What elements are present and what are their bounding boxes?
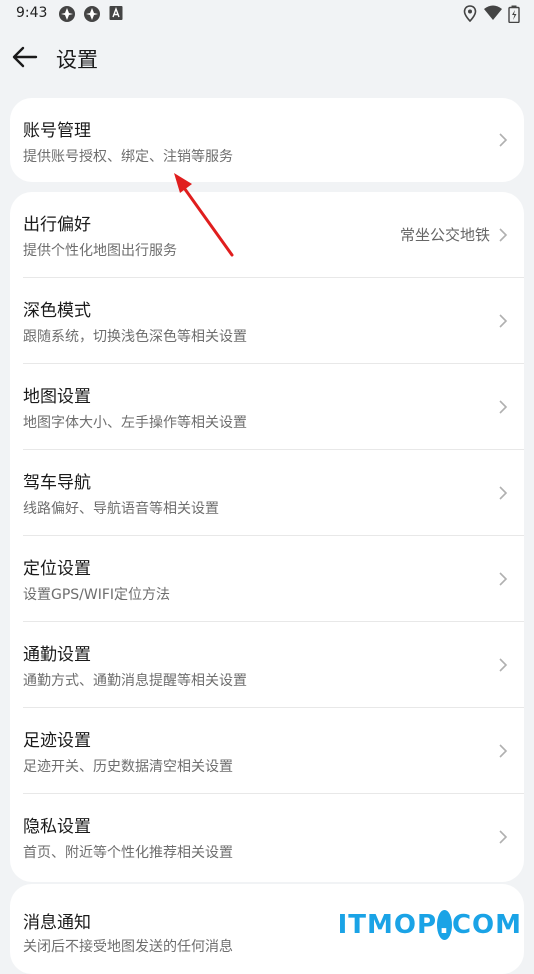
settings-card: 出行偏好 提供个性化地图出行服务 常坐公交地铁 深色模式 跟随系统，切换浅色深色… <box>10 192 524 882</box>
chevron-right-icon <box>499 744 508 758</box>
chevron-right-icon <box>499 400 508 414</box>
settings-item-value: 常坐公交地铁 <box>399 226 490 244</box>
battery-icon <box>508 5 520 23</box>
settings-item-label: 账号管理 <box>23 121 91 141</box>
settings-item-label: 深色模式 <box>23 301 91 321</box>
settings-item-driving-navigation[interactable]: 驾车导航 线路偏好、导航语音等相关设置 <box>10 450 524 536</box>
settings-item-location[interactable]: 定位设置 设置GPS/WIFI定位方法 <box>10 536 524 622</box>
settings-item-label: 消息通知 <box>23 913 91 933</box>
chevron-right-icon <box>499 133 508 147</box>
wifi-icon <box>484 5 502 20</box>
settings-item-subtitle: 提供账号授权、绑定、注销等服务 <box>23 149 233 165</box>
chevron-right-icon <box>499 314 508 328</box>
annotation-arrow-icon <box>174 173 234 257</box>
watermark-logo: ITMOP.COM <box>337 910 522 940</box>
chevron-right-icon <box>499 658 508 672</box>
settings-item-subtitle: 足迹开关、历史数据清空相关设置 <box>23 759 233 775</box>
status-time: 9:43 <box>16 5 48 21</box>
settings-item-label: 驾车导航 <box>23 473 91 493</box>
settings-item-label: 足迹设置 <box>23 731 91 751</box>
settings-item-subtitle: 提供个性化地图出行服务 <box>23 243 177 259</box>
title-bar: 设置 <box>0 36 534 78</box>
settings-item-footprint[interactable]: 足迹设置 足迹开关、历史数据清空相关设置 <box>10 708 524 794</box>
chevron-right-icon <box>499 572 508 586</box>
chevron-right-icon <box>499 830 508 844</box>
settings-item-subtitle: 线路偏好、导航语音等相关设置 <box>23 501 219 517</box>
settings-item-dark-mode[interactable]: 深色模式 跟随系统，切换浅色深色等相关设置 <box>10 278 524 364</box>
settings-item-map[interactable]: 地图设置 地图字体大小、左手操作等相关设置 <box>10 364 524 450</box>
location-icon <box>463 5 477 23</box>
chevron-right-icon <box>499 486 508 500</box>
a-box-icon <box>109 6 123 20</box>
settings-item-label: 地图设置 <box>23 387 91 407</box>
back-arrow-icon[interactable] <box>10 42 40 72</box>
settings-item-privacy[interactable]: 隐私设置 首页、附近等个性化推荐相关设置 <box>10 794 524 880</box>
settings-item-commute[interactable]: 通勤设置 通勤方式、通勤消息提醒等相关设置 <box>10 622 524 708</box>
page-title: 设置 <box>56 48 98 72</box>
settings-item-subtitle: 首页、附近等个性化推荐相关设置 <box>23 845 233 861</box>
settings-item-subtitle: 设置GPS/WIFI定位方法 <box>23 587 171 603</box>
settings-item-subtitle: 地图字体大小、左手操作等相关设置 <box>23 415 247 431</box>
chevron-right-icon <box>499 228 508 242</box>
status-bar: 9:43 <box>0 0 534 28</box>
settings-item-subtitle: 关闭后不接受地图发送的任何消息 <box>23 939 233 955</box>
app-icon <box>59 6 75 22</box>
account-card: 账号管理 提供账号授权、绑定、注销等服务 <box>10 98 524 182</box>
settings-item-label: 出行偏好 <box>23 215 91 235</box>
settings-item-label: 隐私设置 <box>23 817 91 837</box>
settings-item-travel-preference[interactable]: 出行偏好 提供个性化地图出行服务 常坐公交地铁 <box>10 192 524 278</box>
settings-item-label: 通勤设置 <box>23 645 91 665</box>
settings-item-label: 定位设置 <box>23 559 91 579</box>
settings-item-subtitle: 通勤方式、通勤消息提醒等相关设置 <box>23 673 247 689</box>
settings-item-subtitle: 跟随系统，切换浅色深色等相关设置 <box>23 329 247 345</box>
app-icon <box>84 6 100 22</box>
settings-item-account[interactable]: 账号管理 提供账号授权、绑定、注销等服务 <box>10 98 524 182</box>
